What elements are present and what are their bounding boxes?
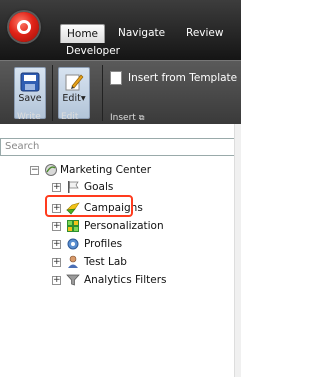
filter-funnel-icon — [66, 274, 80, 286]
tree-root-label: Marketing Center — [60, 164, 152, 176]
save-icon — [20, 72, 40, 92]
scrollbar[interactable] — [234, 124, 241, 377]
group-label-insert: Insert ⧉ — [107, 112, 170, 123]
test-lab-person-icon — [68, 255, 78, 268]
expand-icon[interactable]: + — [52, 183, 61, 192]
expand-icon[interactable]: + — [52, 240, 61, 249]
group-label-edit: Edit — [61, 112, 79, 122]
ribbon-top: Home Navigate Review Developer — [0, 0, 241, 60]
expand-icon[interactable]: + — [52, 222, 61, 231]
dialog-launcher-icon[interactable]: ⧉ — [139, 113, 145, 122]
app-logo-icon[interactable] — [9, 12, 39, 42]
tab-review[interactable]: Review — [180, 24, 229, 42]
ribbon-body: Save Edit▾ Insert from Template Write Ed… — [0, 60, 241, 124]
personalization-grid-icon — [67, 220, 79, 232]
tree-item-label: Profiles — [84, 238, 123, 250]
tree-item-label: Test Lab — [84, 256, 127, 268]
tab-home[interactable]: Home — [60, 24, 106, 43]
edit-icon — [65, 74, 84, 91]
expand-icon[interactable]: + — [52, 276, 61, 285]
marketing-center-icon — [45, 164, 57, 176]
group-label-insert-text: Insert — [110, 113, 136, 123]
group-label-write: Write — [17, 112, 41, 122]
tree-item-label: Analytics Filters — [84, 274, 167, 286]
chevron-down-icon: ▾ — [80, 93, 86, 104]
insert-from-template-button[interactable]: Insert from Template — [110, 69, 237, 87]
edit-button-label: Edit — [62, 93, 81, 104]
campaigns-highlight-box — [45, 195, 133, 217]
tab-developer[interactable]: Developer — [60, 42, 126, 60]
template-icon — [110, 71, 122, 85]
save-button-label: Save — [18, 93, 42, 104]
tree-item-label: Goals — [84, 181, 114, 193]
collapse-icon[interactable]: − — [30, 166, 39, 175]
tree-item-label: Personalization — [84, 220, 164, 232]
expand-icon[interactable]: + — [52, 258, 61, 267]
insert-from-template-label: Insert from Template — [128, 72, 238, 84]
search-input[interactable]: Search — [0, 138, 241, 156]
goals-flag-icon — [68, 181, 79, 193]
profiles-gear-icon — [67, 238, 79, 250]
tab-navigate[interactable]: Navigate — [112, 24, 171, 42]
